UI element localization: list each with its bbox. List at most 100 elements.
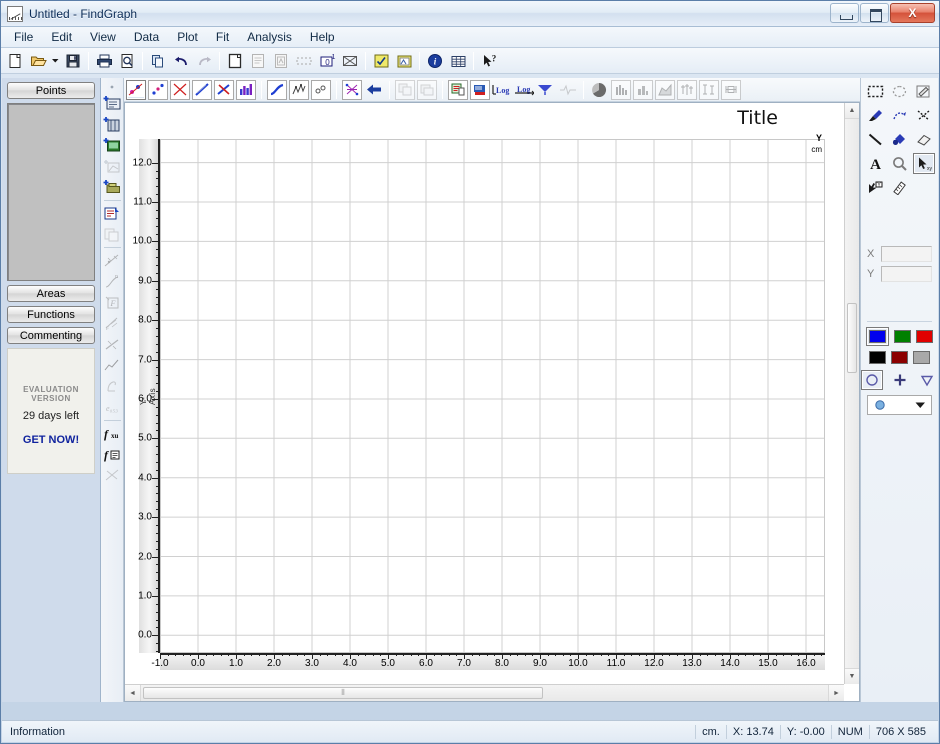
regression-icon[interactable]	[102, 334, 123, 355]
color-swatch-red[interactable]	[916, 330, 933, 343]
get-now-link[interactable]: GET NOW!	[8, 434, 94, 446]
fft-icon[interactable]	[536, 80, 556, 100]
paint-bucket-icon[interactable]	[889, 129, 911, 150]
digitize-icon[interactable]: 01	[316, 50, 338, 72]
circle-marker-icon[interactable]	[861, 370, 883, 390]
commenting-button[interactable]: Commenting	[7, 327, 95, 344]
menu-plot[interactable]: Plot	[168, 27, 207, 47]
lasso-select-icon[interactable]	[889, 81, 911, 102]
network-icon[interactable]	[342, 79, 362, 100]
new-document-icon[interactable]	[224, 50, 246, 72]
fourier-icon[interactable]: F	[102, 313, 123, 334]
pie-icon[interactable]	[589, 80, 609, 100]
add-column-icon[interactable]	[102, 114, 123, 135]
add-folder-icon[interactable]	[102, 177, 123, 198]
functions-button[interactable]: Functions	[7, 306, 95, 323]
clear-plot-icon[interactable]	[170, 79, 190, 100]
menu-view[interactable]: View	[81, 27, 125, 47]
help-pointer-icon[interactable]: ?	[478, 50, 500, 72]
plot-grid[interactable]	[160, 139, 825, 653]
about-icon[interactable]: i	[424, 50, 446, 72]
menu-fit[interactable]: Fit	[207, 27, 238, 47]
spline-icon[interactable]	[311, 79, 331, 100]
eraser-icon[interactable]	[913, 129, 935, 150]
open-file-icon[interactable]	[27, 50, 49, 72]
copy-icon[interactable]	[147, 50, 169, 72]
plot-canvas[interactable]: Title Y-Axis 12.0 11.0 10.0 9.0 8.0 7.0 6.0 5.0…	[125, 103, 844, 684]
smooth-curve-icon[interactable]	[267, 79, 287, 100]
horizontal-scrollbar[interactable]: ◄ ⦀ ►	[125, 684, 844, 701]
add-area-icon[interactable]	[102, 156, 123, 177]
save-icon[interactable]	[62, 50, 84, 72]
color-swatch-green[interactable]	[894, 330, 911, 343]
marquee-select-icon[interactable]	[865, 81, 887, 102]
scroll-left-button[interactable]: ◄	[125, 685, 141, 701]
errorbar-icon[interactable]	[699, 79, 719, 100]
vertical-scrollbar[interactable]: ▲ ▼	[844, 103, 859, 684]
log-x-icon[interactable]: Log	[492, 80, 512, 100]
menu-file[interactable]: File	[5, 27, 42, 47]
select-region-icon[interactable]	[293, 50, 315, 72]
copy-series-icon[interactable]	[102, 224, 123, 245]
points-list[interactable]	[7, 103, 95, 281]
color-swatch-blue[interactable]	[869, 330, 886, 343]
move-point-icon[interactable]: Y	[865, 177, 887, 198]
axis-props-icon[interactable]	[470, 79, 490, 100]
function-list-icon[interactable]: f	[102, 444, 123, 465]
bar-plot-icon[interactable]	[236, 79, 256, 100]
interpolate-icon[interactable]	[102, 250, 123, 271]
y-coord-field[interactable]	[881, 266, 932, 282]
x-axis-ruler[interactable]	[160, 653, 825, 670]
zoom-icon[interactable]	[889, 153, 911, 174]
line-plot-icon[interactable]	[192, 79, 212, 100]
areas-button[interactable]: Areas	[7, 285, 95, 302]
histogram-icon[interactable]	[611, 79, 631, 100]
eyedropper-icon[interactable]	[865, 105, 887, 126]
signal-icon[interactable]	[558, 80, 578, 100]
menu-data[interactable]: Data	[125, 27, 168, 47]
wizard-icon[interactable]	[370, 50, 392, 72]
pointer-tool-icon[interactable]: xy	[912, 153, 935, 174]
table-icon[interactable]	[447, 50, 469, 72]
new-file-icon[interactable]	[4, 50, 26, 72]
open-dropdown-icon[interactable]	[50, 50, 61, 72]
import-document-icon[interactable]	[270, 50, 292, 72]
print-preview-icon[interactable]	[116, 50, 138, 72]
line-tool-icon[interactable]	[865, 129, 887, 150]
formula-fit-icon[interactable]: F	[102, 292, 123, 313]
chart-title[interactable]: Title	[737, 107, 778, 129]
color-swatch-selected[interactable]	[866, 327, 889, 346]
edit-note-icon[interactable]	[913, 81, 935, 102]
candle-icon[interactable]	[677, 79, 697, 100]
scatter-plot-icon[interactable]	[148, 79, 168, 100]
back-arrow-icon[interactable]	[364, 80, 384, 100]
text-tool-icon[interactable]: A	[865, 153, 887, 174]
freehand-icon[interactable]	[889, 105, 911, 126]
legend-icon[interactable]	[448, 79, 468, 100]
column-icon[interactable]	[633, 79, 653, 100]
delete-point-icon[interactable]	[913, 105, 935, 126]
menu-analysis[interactable]: Analysis	[238, 27, 301, 47]
function-fit-icon[interactable]: f xu	[102, 423, 123, 444]
add-image-icon[interactable]	[102, 135, 123, 156]
horizontal-scroll-thumb[interactable]: ⦀	[143, 687, 543, 699]
delete-region-icon[interactable]	[339, 50, 361, 72]
power-fit-icon[interactable]: n	[102, 271, 123, 292]
minimize-button[interactable]	[830, 3, 859, 23]
redo-icon[interactable]	[193, 50, 215, 72]
x-coord-field[interactable]	[881, 246, 932, 262]
paste-document-icon[interactable]	[247, 50, 269, 72]
print-icon[interactable]	[93, 50, 115, 72]
delete-curve-icon[interactable]	[214, 79, 234, 100]
maximize-button[interactable]	[860, 3, 889, 23]
scroll-right-button[interactable]: ►	[828, 685, 844, 701]
undo-icon[interactable]	[170, 50, 192, 72]
marker-style-combo[interactable]	[867, 395, 932, 415]
triangle-marker-icon[interactable]	[916, 370, 938, 390]
noise-icon[interactable]	[289, 79, 309, 100]
trend-icon[interactable]	[102, 355, 123, 376]
edit-series-icon[interactable]	[102, 203, 123, 224]
points-button[interactable]: Points	[7, 82, 95, 99]
y-axis-ruler[interactable]: Y-Axis	[139, 139, 160, 653]
smooth-hand-icon[interactable]	[102, 376, 123, 397]
